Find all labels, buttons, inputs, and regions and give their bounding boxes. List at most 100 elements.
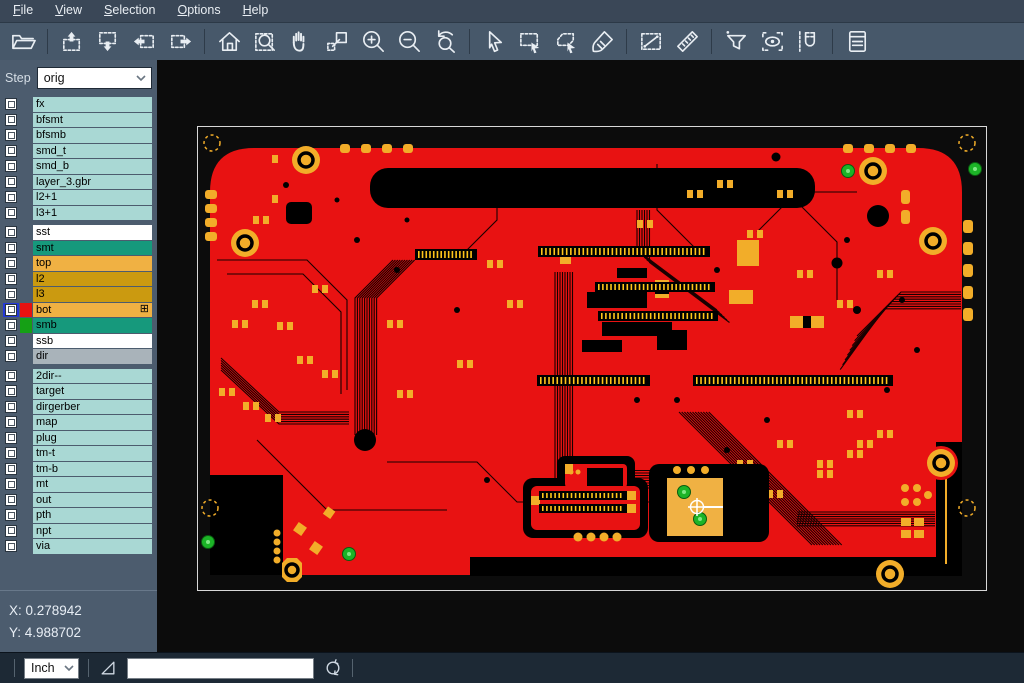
layer-row-target[interactable]: target (0, 384, 157, 399)
checkbox-icon (5, 509, 17, 521)
layer-checkbox[interactable] (3, 272, 19, 287)
menu-help[interactable]: Help (232, 0, 280, 22)
home-view-button[interactable] (211, 26, 247, 58)
layer-checkbox[interactable] (3, 303, 19, 318)
layer-checkbox[interactable] (3, 493, 19, 508)
nudge-up-button[interactable] (54, 26, 90, 58)
layer-checkbox[interactable] (3, 175, 19, 190)
layer-checkbox[interactable] (3, 349, 19, 364)
layer-checkbox[interactable] (3, 97, 19, 112)
layer-checkbox[interactable] (3, 431, 19, 446)
layer-checkbox[interactable] (3, 462, 19, 477)
layer-checkbox[interactable] (3, 287, 19, 302)
layer-checkbox[interactable] (3, 508, 19, 523)
unit-dropdown[interactable]: Inch (24, 658, 79, 679)
filter-funnel-button[interactable] (718, 26, 754, 58)
paint-brush-button[interactable] (584, 26, 620, 58)
layer-row-mt[interactable]: mt (0, 477, 157, 492)
layer-row-dirgerber[interactable]: dirgerber (0, 400, 157, 415)
layer-checkbox[interactable] (3, 256, 19, 271)
layer-row-out[interactable]: out (0, 493, 157, 508)
layer-row-fx[interactable]: fx (0, 97, 157, 112)
layer-row-l3+1[interactable]: l3+1 (0, 206, 157, 221)
layer-checkbox[interactable] (3, 128, 19, 143)
layer-checkbox[interactable] (3, 539, 19, 554)
chevron-down-icon (135, 72, 147, 84)
show-selection-button[interactable] (754, 26, 790, 58)
step-value: orig (44, 71, 65, 85)
layer-checkbox[interactable] (3, 241, 19, 256)
open-folder-button[interactable] (5, 26, 41, 58)
checkbox-icon (5, 129, 17, 141)
layer-checkbox[interactable] (3, 190, 19, 205)
step-dropdown[interactable]: orig (37, 67, 152, 89)
select-pointer-button[interactable] (476, 26, 512, 58)
layer-row-bfsmb[interactable]: bfsmb (0, 128, 157, 143)
nudge-left-button[interactable] (126, 26, 162, 58)
pan-hand-button[interactable] (283, 26, 319, 58)
nudge-down-button[interactable] (90, 26, 126, 58)
layer-name: l2 (33, 272, 152, 287)
layer-row-ssb[interactable]: ssb (0, 334, 157, 349)
layer-row-via[interactable]: via (0, 539, 157, 554)
layer-row-l3[interactable]: l3 (0, 287, 157, 302)
layer-checkbox[interactable] (3, 206, 19, 221)
layer-row-dir[interactable]: dir (0, 349, 157, 364)
toolbar-separator (626, 29, 627, 54)
layer-checkbox[interactable] (3, 113, 19, 128)
layer-checkbox[interactable] (3, 446, 19, 461)
layer-checkbox[interactable] (3, 159, 19, 174)
layer-checkbox[interactable] (3, 318, 19, 333)
menu-view[interactable]: View (44, 0, 93, 22)
layer-row-tm-b[interactable]: tm-b (0, 462, 157, 477)
layer-checkbox[interactable] (3, 225, 19, 240)
layer-row-plug[interactable]: plug (0, 431, 157, 446)
layer-checkbox[interactable] (3, 384, 19, 399)
layer-row-smt[interactable]: smt (0, 241, 157, 256)
layer-row-2dir--[interactable]: 2dir-- (0, 369, 157, 384)
select-rect-button[interactable] (512, 26, 548, 58)
measure-diagonal-button[interactable] (633, 26, 669, 58)
layer-row-bfsmt[interactable]: bfsmt (0, 113, 157, 128)
snap-magnet-button[interactable] (790, 26, 826, 58)
zoom-in-button[interactable] (355, 26, 391, 58)
pcb-canvas[interactable] (157, 60, 1024, 652)
layer-row-map[interactable]: map (0, 415, 157, 430)
select-polygon-button[interactable] (548, 26, 584, 58)
refresh-icon[interactable] (323, 658, 343, 678)
layer-row-pth[interactable]: pth (0, 508, 157, 523)
layer-checkbox[interactable] (3, 144, 19, 159)
menu-file[interactable]: File (2, 0, 44, 22)
layer-color-swatch (20, 384, 32, 399)
menu-selection[interactable]: Selection (93, 0, 166, 22)
nudge-right-button[interactable] (162, 26, 198, 58)
layer-checkbox[interactable] (3, 477, 19, 492)
layer-row-smd_t[interactable]: smd_t (0, 144, 157, 159)
layer-row-layer_3.gbr[interactable]: layer_3.gbr (0, 175, 157, 190)
zoom-window-button[interactable] (247, 26, 283, 58)
layer-row-smd_b[interactable]: smd_b (0, 159, 157, 174)
layer-row-l2+1[interactable]: l2+1 (0, 190, 157, 205)
layer-row-l2[interactable]: l2 (0, 272, 157, 287)
layer-row-smb[interactable]: smb (0, 318, 157, 333)
corner-tool-icon[interactable] (98, 658, 118, 678)
zoom-previous-button[interactable] (427, 26, 463, 58)
zoom-drag-button[interactable] (319, 26, 355, 58)
layer-checkbox[interactable] (3, 524, 19, 539)
layer-row-npt[interactable]: npt (0, 524, 157, 539)
command-input[interactable] (127, 658, 314, 679)
layer-row-bot[interactable]: bot⊞ (0, 303, 157, 318)
layer-row-sst[interactable]: sst (0, 225, 157, 240)
divider (14, 659, 15, 677)
layer-checkbox[interactable] (3, 334, 19, 349)
zoom-out-button[interactable] (391, 26, 427, 58)
bottom-edge-cutout (470, 557, 936, 576)
ruler-button[interactable] (669, 26, 705, 58)
menu-options[interactable]: Options (166, 0, 231, 22)
layer-checkbox[interactable] (3, 369, 19, 384)
layer-checkbox[interactable] (3, 400, 19, 415)
layer-checkbox[interactable] (3, 415, 19, 430)
layer-row-tm-t[interactable]: tm-t (0, 446, 157, 461)
report-form-button[interactable] (839, 26, 875, 58)
layer-row-top[interactable]: top (0, 256, 157, 271)
